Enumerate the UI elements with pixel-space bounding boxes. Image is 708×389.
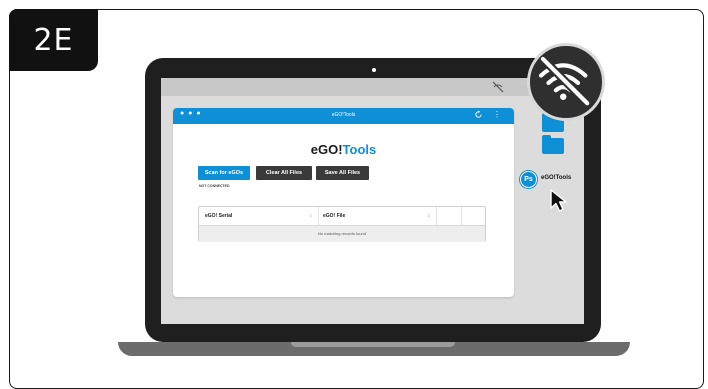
window-title: eGO!Tools (331, 112, 356, 118)
column-divider (461, 207, 462, 225)
laptop-base-notch (291, 342, 455, 347)
app-brand-title: eGO!Tools (173, 142, 514, 157)
webcam (372, 68, 376, 72)
egotools-app-icon[interactable]: Ps (520, 171, 537, 188)
sort-icon[interactable]: ⇕ (427, 207, 430, 225)
menubar-wifi-off-icon (492, 81, 504, 93)
brand-suffix: Tools (342, 142, 377, 157)
column-divider (318, 207, 319, 225)
column-header-file[interactable]: eGO! File (323, 207, 345, 225)
desktop-menubar (161, 78, 584, 96)
cursor-icon (550, 189, 567, 212)
egotools-window: ● ● ● eGO!Tools ⋮ eGO!Tools Scan for eGO… (173, 108, 514, 297)
sync-icon[interactable] (474, 110, 483, 119)
connection-status: NOT CONNECTED (199, 184, 230, 188)
sort-icon[interactable]: ⇕ (309, 207, 312, 225)
folder-icon[interactable] (542, 135, 564, 154)
kebab-menu-icon[interactable]: ⋮ (493, 110, 501, 119)
step-label: 2E (9, 9, 98, 71)
save-all-files-button[interactable]: Save All Files (316, 166, 369, 180)
laptop-screen: ● ● ● eGO!Tools ⋮ eGO!Tools Scan for eGO… (161, 78, 584, 324)
no-wifi-icon (527, 43, 605, 121)
clear-all-files-button[interactable]: Clear All Files (256, 166, 312, 180)
scan-button[interactable]: Scan for eGOs (198, 166, 250, 180)
files-table: eGO! Serial ⇕ eGO! File ⇕ No matching re… (198, 206, 486, 242)
egotools-app-label[interactable]: eGO!Tools (541, 175, 571, 181)
column-divider (436, 207, 437, 225)
empty-table-message: No matching records found (199, 226, 485, 242)
window-titlebar: ● ● ● eGO!Tools ⋮ (173, 108, 514, 124)
column-header-serial[interactable]: eGO! Serial (205, 207, 232, 225)
brand-prefix: eGO! (310, 142, 343, 157)
